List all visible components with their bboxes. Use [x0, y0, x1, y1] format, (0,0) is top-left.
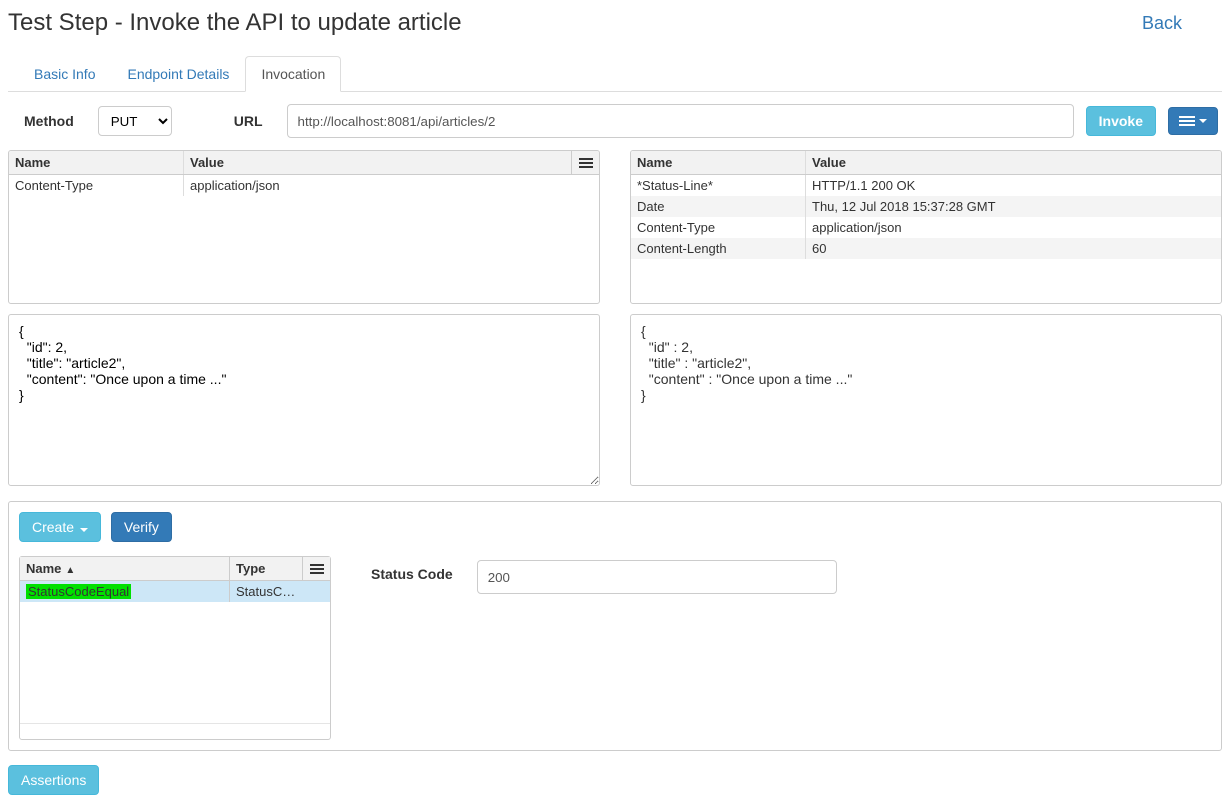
- horizontal-scrollbar[interactable]: [20, 723, 330, 739]
- request-body-textarea[interactable]: [8, 314, 600, 486]
- page-title: Test Step - Invoke the API to update art…: [8, 9, 462, 37]
- request-headers-grid: Name Value Content-Typeapplication/json: [8, 150, 600, 304]
- table-row[interactable]: DateThu, 12 Jul 2018 15:37:28 GMT: [631, 196, 1221, 217]
- caret-down-icon: [80, 528, 88, 532]
- actions-menu-button[interactable]: [1168, 107, 1218, 135]
- res-header-name-col[interactable]: Name: [631, 151, 806, 174]
- status-code-input[interactable]: [477, 560, 837, 594]
- url-input[interactable]: [287, 104, 1074, 138]
- table-row[interactable]: Content-Typeapplication/json: [9, 175, 599, 196]
- assertion-row[interactable]: StatusCodeEqual StatusC…: [20, 581, 330, 602]
- create-assertion-button[interactable]: Create: [19, 512, 101, 542]
- assertions-panel: Create Verify Name▲ Type StatusCodeEqual…: [8, 501, 1222, 751]
- url-label: URL: [184, 113, 275, 129]
- back-link[interactable]: Back: [1142, 13, 1222, 34]
- assert-name-col[interactable]: Name▲: [20, 557, 230, 580]
- res-header-value-col[interactable]: Value: [806, 151, 1221, 174]
- caret-down-icon: [1199, 119, 1207, 123]
- table-row[interactable]: Content-Length60: [631, 238, 1221, 259]
- assertions-grid: Name▲ Type StatusCodeEqual StatusC…: [19, 556, 331, 740]
- assertions-button[interactable]: Assertions: [8, 765, 99, 795]
- req-header-name-col[interactable]: Name: [9, 151, 184, 174]
- assert-type-col[interactable]: Type: [230, 557, 302, 580]
- method-select[interactable]: PUT: [98, 106, 172, 136]
- grid-menu-icon[interactable]: [302, 557, 330, 580]
- response-body-box: { "id" : 2, "title" : "article2", "conte…: [630, 314, 1222, 486]
- verify-button[interactable]: Verify: [111, 512, 172, 542]
- table-row[interactable]: *Status-Line*HTTP/1.1 200 OK: [631, 175, 1221, 196]
- tab-endpoint-details[interactable]: Endpoint Details: [111, 56, 245, 92]
- status-code-label: Status Code: [371, 560, 453, 582]
- sort-asc-icon: ▲: [65, 565, 75, 576]
- tab-basic-info[interactable]: Basic Info: [18, 56, 111, 92]
- req-header-value-col[interactable]: Value: [184, 151, 571, 174]
- method-label: Method: [12, 113, 86, 129]
- response-headers-grid: Name Value *Status-Line*HTTP/1.1 200 OKD…: [630, 150, 1222, 304]
- invoke-button[interactable]: Invoke: [1086, 106, 1156, 136]
- table-row[interactable]: Content-Typeapplication/json: [631, 217, 1221, 238]
- tab-bar: Basic Info Endpoint Details Invocation: [8, 55, 1222, 92]
- hamburger-icon: [1179, 114, 1195, 128]
- tab-invocation[interactable]: Invocation: [245, 56, 341, 92]
- grid-menu-icon[interactable]: [571, 151, 599, 174]
